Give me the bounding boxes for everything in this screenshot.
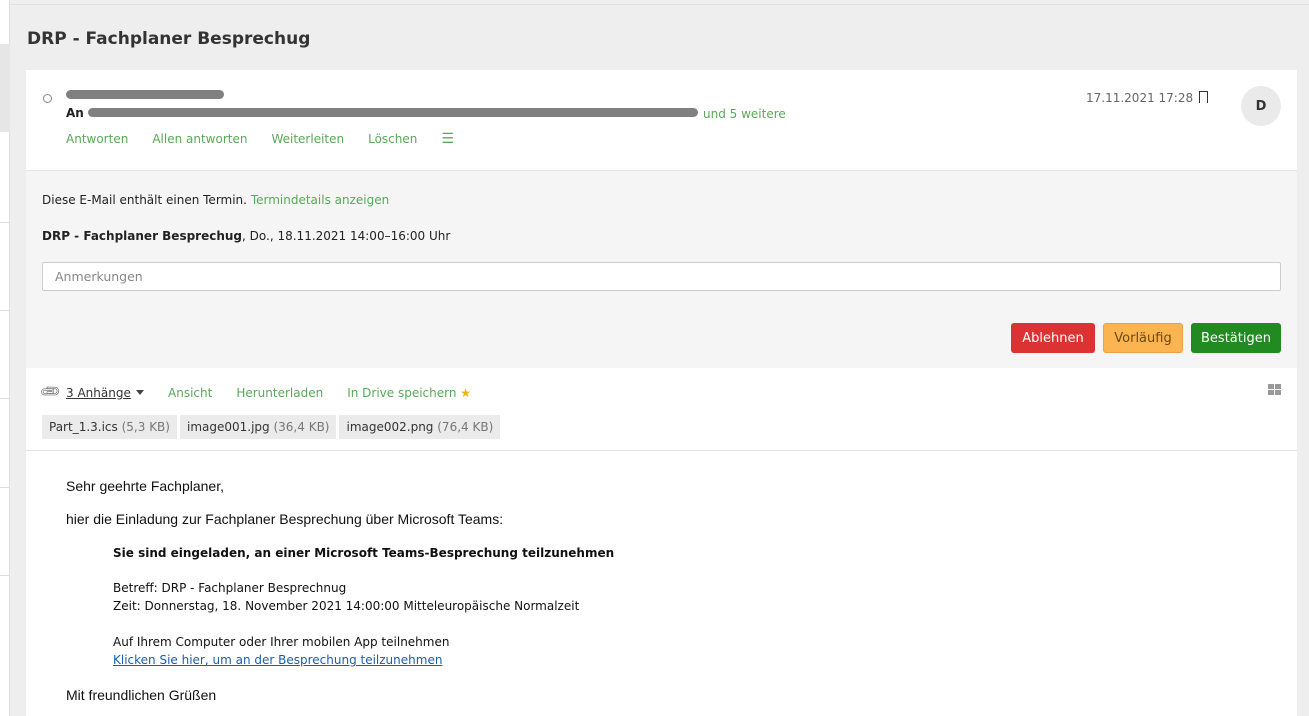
closing: Mit freundlichen Grüßen: [66, 687, 217, 703]
attachment-name: Part_1.3.ics: [49, 420, 118, 434]
appointment-info: Diese E-Mail enthält einen Termin. Termi…: [42, 193, 389, 207]
more-recipients-link[interactable]: und 5 weitere: [703, 107, 786, 121]
divider: [0, 487, 10, 488]
divider: [10, 4, 1309, 5]
mail-header: An und 5 weitere Antworten Allen antwort…: [26, 70, 1297, 170]
attachment-name: image001.jpg: [186, 420, 270, 434]
sidebar-selected-item[interactable]: [0, 44, 10, 132]
greeting: Sehr geehrte Fachplaner,: [66, 478, 224, 494]
event-time: , Do., 18.11.2021 14:00–16:00 Uhr: [242, 229, 451, 243]
event-title: DRP - Fachplaner Besprechug: [42, 229, 243, 243]
intro: hier die Einladung zur Fachplaner Bespre…: [66, 511, 504, 527]
notes-input[interactable]: [42, 262, 1281, 291]
mail-actions: Antworten Allen antworten Weiterleiten L…: [66, 132, 454, 146]
mail-date: 17.11.2021 17:28: [1086, 91, 1194, 105]
appointment-info-text: Diese E-Mail enthält einen Termin.: [42, 193, 247, 207]
invite-heading: Sie sind eingeladen, an einer Microsoft …: [113, 546, 615, 560]
divider: [0, 222, 10, 223]
attachment-chip[interactable]: image002.png (76,4 KB): [339, 415, 501, 439]
appointment-details-link[interactable]: Termindetails anzeigen: [251, 193, 389, 207]
attachments-toggle[interactable]: 3 Anhänge: [66, 386, 131, 400]
attachment-chip[interactable]: Part_1.3.ics (5,3 KB): [42, 415, 177, 439]
attachments-bar: 📎︎ 3 Anhänge Ansicht Herunterladen In Dr…: [26, 368, 1297, 451]
attachment-chip[interactable]: image001.jpg (36,4 KB): [179, 415, 337, 439]
reply-all-button[interactable]: Allen antworten: [152, 132, 247, 146]
invite-subject: Betreff: DRP - Fachplaner Besprechnug: [113, 581, 347, 595]
attachment-name: image002.png: [346, 420, 434, 434]
save-to-drive-label: In Drive speichern: [347, 386, 457, 400]
attachment-size: (76,4 KB): [437, 420, 494, 434]
bookmark-icon[interactable]: [1199, 91, 1208, 104]
chevron-down-icon[interactable]: [136, 390, 144, 395]
download-attachments-button[interactable]: Herunterladen: [236, 386, 323, 400]
join-text: Auf Ihrem Computer oder Ihrer mobilen Ap…: [113, 635, 450, 649]
join-meeting-link[interactable]: Klicken Sie hier, um an der Besprechung …: [113, 653, 442, 667]
paperclip-icon: 📎︎: [38, 380, 63, 404]
invite-time: Zeit: Donnerstag, 18. November 2021 14:0…: [113, 599, 580, 613]
divider: [0, 575, 10, 576]
attachment-size: (5,3 KB): [121, 420, 170, 434]
mail-view: An und 5 weitere Antworten Allen antwort…: [26, 70, 1297, 716]
divider: [0, 398, 10, 399]
right-margin: [1297, 70, 1309, 716]
decline-button[interactable]: Ablehnen: [1011, 323, 1095, 353]
redacted-sender: [66, 90, 224, 99]
attachment-size: (36,4 KB): [273, 420, 330, 434]
forward-button[interactable]: Weiterleiten: [271, 132, 344, 146]
view-attachments-button[interactable]: Ansicht: [168, 386, 212, 400]
accept-button[interactable]: Bestätigen: [1191, 323, 1281, 353]
folder-sidebar: [0, 0, 10, 716]
redacted-recipients: [88, 108, 698, 117]
tentative-button[interactable]: Vorläufig: [1103, 323, 1183, 353]
appointment-summary: DRP - Fachplaner Besprechug, Do., 18.11.…: [42, 229, 450, 243]
unread-toggle[interactable]: [43, 94, 52, 103]
appointment-panel: Diese E-Mail enthält einen Termin. Termi…: [26, 170, 1297, 368]
save-to-drive-button[interactable]: In Drive speichern ★: [347, 386, 471, 400]
divider: [0, 310, 10, 311]
to-label: An: [66, 106, 84, 120]
mail-subject: DRP - Fachplaner Besprechug: [27, 29, 311, 49]
grid-view-icon[interactable]: [1268, 384, 1281, 395]
reply-button[interactable]: Antworten: [66, 132, 128, 146]
delete-button[interactable]: Löschen: [368, 132, 417, 146]
star-icon: ★: [460, 386, 472, 400]
menu-icon[interactable]: ☰: [441, 132, 454, 146]
avatar[interactable]: D: [1241, 86, 1281, 126]
